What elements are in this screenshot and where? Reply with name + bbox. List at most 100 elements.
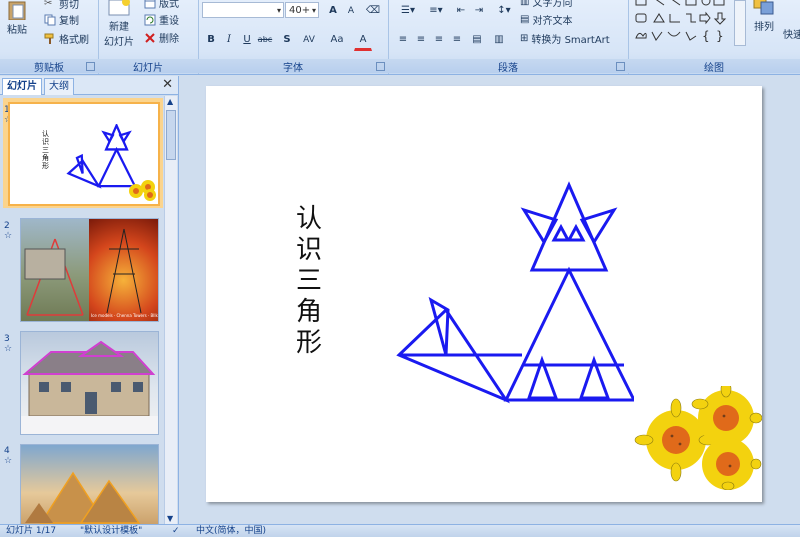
drawing-group-label: 绘图 [628, 59, 800, 74]
align-right-button[interactable]: ≡ [430, 31, 448, 49]
new-slide-label: 新建 [109, 22, 129, 33]
clear-format-button[interactable]: ⌫ [364, 2, 382, 20]
font-color-button[interactable]: A [354, 31, 372, 51]
increase-indent-button[interactable]: ⇥ [470, 2, 488, 20]
gallery-scroll[interactable] [734, 0, 746, 46]
clipboard-group: 粘贴 ✂ 剪切 复制 格式刷 剪贴板 [0, 0, 99, 74]
thumb4-pyramids [25, 471, 141, 524]
text-direction-button[interactable]: ▥ 文字方向 [520, 0, 572, 9]
cat-tail-tip-triangle[interactable] [428, 296, 450, 356]
change-case-button[interactable]: Aa [326, 31, 348, 49]
font-name-combo[interactable]: ▾ [202, 2, 284, 18]
paste-label: 粘贴 [7, 25, 27, 36]
language[interactable]: 中文(简体，中国) [196, 525, 266, 537]
strikethrough-button[interactable]: abc [256, 31, 274, 49]
align-left-icon: ≡ [398, 34, 408, 45]
arrange-button[interactable]: 排列 [752, 0, 776, 33]
paste-icon [8, 1, 26, 20]
delete-button[interactable]: 删除 [144, 30, 179, 45]
clipboard-launcher-icon[interactable] [86, 62, 95, 71]
align-center-icon: ≡ [416, 34, 426, 45]
cat-right-eye-triangle[interactable] [566, 223, 586, 242]
distributed-button[interactable]: ▤ [468, 31, 486, 49]
chevron-down-icon: ▾ [311, 6, 316, 15]
italic-button[interactable]: I [220, 31, 238, 49]
slide-thumbnail-4[interactable] [20, 444, 159, 525]
slide-thumbnail-2[interactable]: Ice models · Chenna Towers · Bllk [20, 218, 159, 322]
font-size-value: 40+ [289, 5, 311, 16]
justify-icon: ≡ [452, 34, 462, 45]
cat-head-triangle[interactable] [529, 181, 609, 272]
theme-name: "默认设计模板" [80, 526, 143, 536]
justify-button[interactable]: ≡ [448, 31, 466, 49]
spellcheck-icon[interactable]: ✓ [172, 525, 180, 537]
slide-title[interactable]: 认 识 三 角 形 [294, 204, 324, 359]
close-icon[interactable]: ✕ [162, 77, 173, 92]
decrease-indent-button[interactable]: ⇤ [452, 2, 470, 20]
chevron-down-icon: ▾ [276, 6, 281, 15]
shrink-font-button[interactable]: A [342, 2, 360, 20]
slide-thumbnail-3[interactable] [20, 331, 159, 435]
bullets-button[interactable]: ☰▾ [394, 2, 422, 20]
font-size-combo[interactable]: 40+ ▾ [285, 2, 319, 18]
new-slide-button[interactable]: 新建 幻灯片 [104, 0, 134, 48]
format-painter-label: 格式刷 [59, 35, 89, 46]
grow-font-button[interactable]: A [324, 2, 342, 20]
new-slide-label2: 幻灯片 [104, 37, 134, 48]
reset-button[interactable]: 重设 [144, 12, 179, 27]
shapes-gallery[interactable]: {} [634, 0, 746, 44]
align-text-button[interactable]: ▤ 对齐文本 [520, 12, 572, 27]
title-char: 三 [295, 266, 322, 296]
sunflowers-image[interactable] [634, 386, 762, 490]
smartart-label: 转换为 SmartArt [531, 35, 610, 46]
distributed-icon: ▤ [472, 34, 482, 45]
slide-thumbnail-1[interactable]: 认识三角形 [8, 102, 160, 206]
cut-button[interactable]: ✂ 剪切 [44, 0, 79, 11]
eraser-icon: ⌫ [365, 5, 381, 16]
current-slide[interactable]: 认 识 三 角 形 [206, 86, 762, 502]
paragraph-launcher-icon[interactable] [616, 62, 625, 71]
align-center-button[interactable]: ≡ [412, 31, 430, 49]
quick-styles-button[interactable]: 快速 [783, 26, 800, 41]
panel-scrollbar[interactable]: ▲ ▼ [164, 96, 177, 524]
text-direction-label: 文字方向 [532, 0, 573, 9]
paragraph-group-label: 段落 [388, 59, 628, 74]
thumb2-triangle-lines [24, 238, 84, 316]
thumb2-tower [106, 228, 142, 314]
cat-right-ear-triangle[interactable] [579, 207, 618, 245]
new-slide-icon [108, 0, 130, 16]
bold-button[interactable]: B [202, 31, 220, 49]
format-painter-button[interactable]: 格式刷 [44, 31, 89, 46]
quick-styles-label: 快速 [783, 30, 800, 41]
font-launcher-icon[interactable] [376, 62, 385, 71]
shadow-button[interactable]: S [278, 31, 296, 49]
underline-button[interactable]: U [238, 31, 256, 49]
copy-button[interactable]: 复制 [44, 12, 79, 27]
char-spacing-button[interactable]: AV [298, 31, 320, 49]
tab-slides[interactable]: 幻灯片 [2, 78, 42, 95]
line-spacing-button[interactable]: ↕▾ [492, 2, 516, 20]
scroll-up-icon[interactable]: ▲ [167, 97, 173, 106]
smartart-button[interactable]: ⊞ 转换为 SmartArt [520, 31, 610, 46]
tab-outline[interactable]: 大纲 [44, 78, 74, 95]
slides-panel: 幻灯片 大纲 ✕ 1☆ 认识三角形 2☆ Ice models · Chenna… [0, 76, 179, 525]
layout-button[interactable]: 版式 [144, 0, 179, 10]
thumb2-caption: Ice models · Chenna Towers · Bllk [91, 313, 158, 318]
reset-icon [144, 14, 156, 25]
paste-button[interactable]: 粘贴 [6, 0, 28, 36]
scroll-thumb[interactable] [166, 110, 176, 160]
text-direction-icon: ▥ [520, 0, 530, 7]
align-left-button[interactable]: ≡ [394, 31, 412, 49]
numbering-button[interactable]: ≡▾ [422, 2, 450, 20]
columns-button[interactable]: ▥ [490, 31, 508, 49]
delete-label: 删除 [159, 34, 179, 45]
triangle-cat-figure[interactable] [394, 180, 634, 410]
cat-left-ear-triangle[interactable] [520, 207, 559, 245]
title-char: 角 [295, 297, 322, 327]
cat-body-triangle[interactable] [503, 266, 634, 402]
scroll-down-icon[interactable]: ▼ [167, 514, 173, 523]
slide-number: 2 ☆ [4, 221, 13, 241]
slides-group: 新建 幻灯片 版式 重设 删除 幻灯片 [98, 0, 199, 74]
ribbon: 粘贴 ✂ 剪切 复制 格式刷 剪贴板 新建 幻灯片 版式 重设 删除 幻灯片 ▾… [0, 0, 800, 75]
cat-left-eye-triangle[interactable] [551, 223, 571, 242]
